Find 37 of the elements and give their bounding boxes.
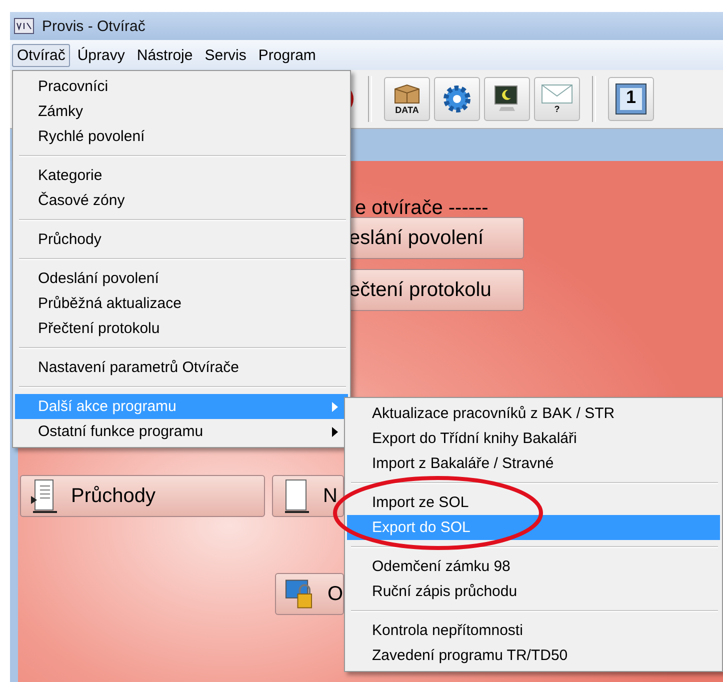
action-button[interactable]: N <box>272 475 344 517</box>
gear-icon <box>441 83 473 115</box>
monitor-button[interactable] <box>484 77 530 121</box>
menu-bar-item[interactable]: Nástroje <box>132 44 198 66</box>
app-logo-icon <box>14 18 34 34</box>
document-icon <box>29 478 59 514</box>
settings-button[interactable] <box>434 77 480 121</box>
menu-bar-item[interactable]: Program <box>253 44 321 66</box>
menu-item[interactable]: Přečtení protokolu <box>15 316 348 341</box>
menu-item[interactable]: Nastavení parametrů Otvírače <box>15 355 348 380</box>
mail-button[interactable]: ? <box>534 77 580 121</box>
screen-icon <box>614 82 648 116</box>
action-button[interactable]: Průchody <box>20 475 265 517</box>
menu-item[interactable]: Časové zóny <box>15 188 348 213</box>
action-button[interactable]: O <box>275 573 344 615</box>
menu-item[interactable]: Zavedení programu TR/TD50 <box>347 643 720 668</box>
menu-item[interactable]: Kategorie <box>15 163 348 188</box>
menu-item[interactable]: Rychlé povolení <box>15 124 348 149</box>
menu-item[interactable]: Zámky <box>15 99 348 124</box>
window-one-button[interactable]: 1 <box>608 77 654 121</box>
menu-item[interactable]: Odemčení zámku 98 <box>347 554 720 579</box>
menu-item[interactable]: Import ze SOL <box>347 490 720 515</box>
menu-item[interactable]: Ostatní funkce programu <box>15 419 348 444</box>
menu-item[interactable]: Import z Bakaláře / Stravné <box>347 451 720 476</box>
menu-item[interactable]: Aktualizace pracovníků z BAK / STR <box>347 401 720 426</box>
section-heading: e otvírače ------ <box>355 197 488 220</box>
data-button[interactable]: DATA <box>384 77 430 121</box>
window-title: Provis - Otvírač <box>42 18 146 34</box>
menu-item[interactable]: Pracovníci <box>15 74 348 99</box>
menu-item[interactable]: Ruční zápis průchodu <box>347 579 720 604</box>
menu-item[interactable]: Export do Třídní knihy Bakaláři <box>347 426 720 451</box>
box-icon <box>392 83 422 105</box>
menu-bar-item[interactable]: Úpravy <box>72 44 130 66</box>
menu-bar-item[interactable]: Servis <box>200 44 252 66</box>
menu-bar-item[interactable]: Otvírač <box>12 44 70 66</box>
menu-item[interactable]: Kontrola nepřítomnosti <box>347 618 720 643</box>
envelope-icon <box>541 84 573 104</box>
